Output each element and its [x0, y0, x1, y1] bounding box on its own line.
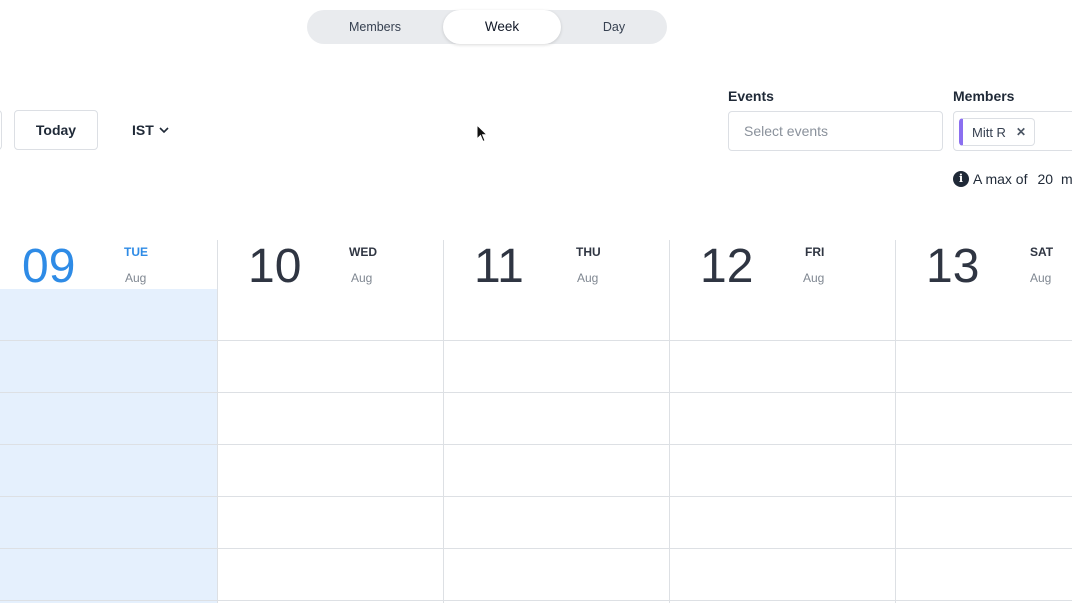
row-divider — [0, 600, 1072, 601]
timezone-label: IST — [132, 122, 154, 138]
today-button[interactable]: Today — [14, 110, 98, 150]
events-label: Events — [728, 88, 774, 104]
member-chip: Mitt R ✕ — [959, 118, 1036, 146]
day-number: 13 — [926, 240, 980, 293]
day-name: TUE — [124, 245, 148, 259]
day-number: 11 — [474, 240, 524, 293]
today-column-highlight — [0, 289, 217, 603]
row-divider — [0, 340, 1072, 341]
tab-members[interactable]: Members — [307, 10, 443, 44]
member-chip-label: Mitt R — [972, 124, 1006, 140]
members-info-note: i A max of 20 me — [953, 171, 1072, 187]
view-switcher: Members Week Day — [307, 10, 667, 44]
info-text-prefix: A max of — [973, 171, 1028, 187]
events-select[interactable]: Select events — [728, 111, 943, 151]
day-month: Aug — [351, 271, 373, 285]
timezone-dropdown[interactable]: IST — [132, 110, 170, 150]
tab-week[interactable]: Week — [443, 10, 561, 44]
remove-member-icon[interactable]: ✕ — [1016, 125, 1026, 139]
members-select[interactable]: Mitt R ✕ — [953, 111, 1072, 151]
tab-day[interactable]: Day — [561, 10, 667, 44]
day-month: Aug — [125, 271, 147, 285]
day-month: Aug — [1030, 271, 1052, 285]
day-month: Aug — [803, 271, 825, 285]
row-divider — [0, 392, 1072, 393]
day-name: WED — [349, 245, 377, 259]
day-name: FRI — [805, 245, 825, 259]
day-name: THU — [576, 245, 601, 259]
day-number: 09 — [22, 240, 76, 293]
previous-week-button[interactable] — [0, 110, 2, 150]
row-divider — [0, 548, 1072, 549]
info-text-suffix: me — [1061, 171, 1072, 187]
row-divider — [0, 496, 1072, 497]
row-divider — [0, 444, 1072, 445]
members-label: Members — [953, 88, 1015, 104]
info-text-number: 20 — [1037, 171, 1054, 187]
day-number: 10 — [248, 240, 302, 293]
mouse-cursor-icon — [476, 124, 488, 143]
day-name: SAT — [1030, 245, 1054, 259]
day-number: 12 — [700, 240, 754, 293]
chevron-down-icon — [159, 127, 169, 134]
day-month: Aug — [577, 271, 599, 285]
info-icon: i — [953, 171, 969, 187]
